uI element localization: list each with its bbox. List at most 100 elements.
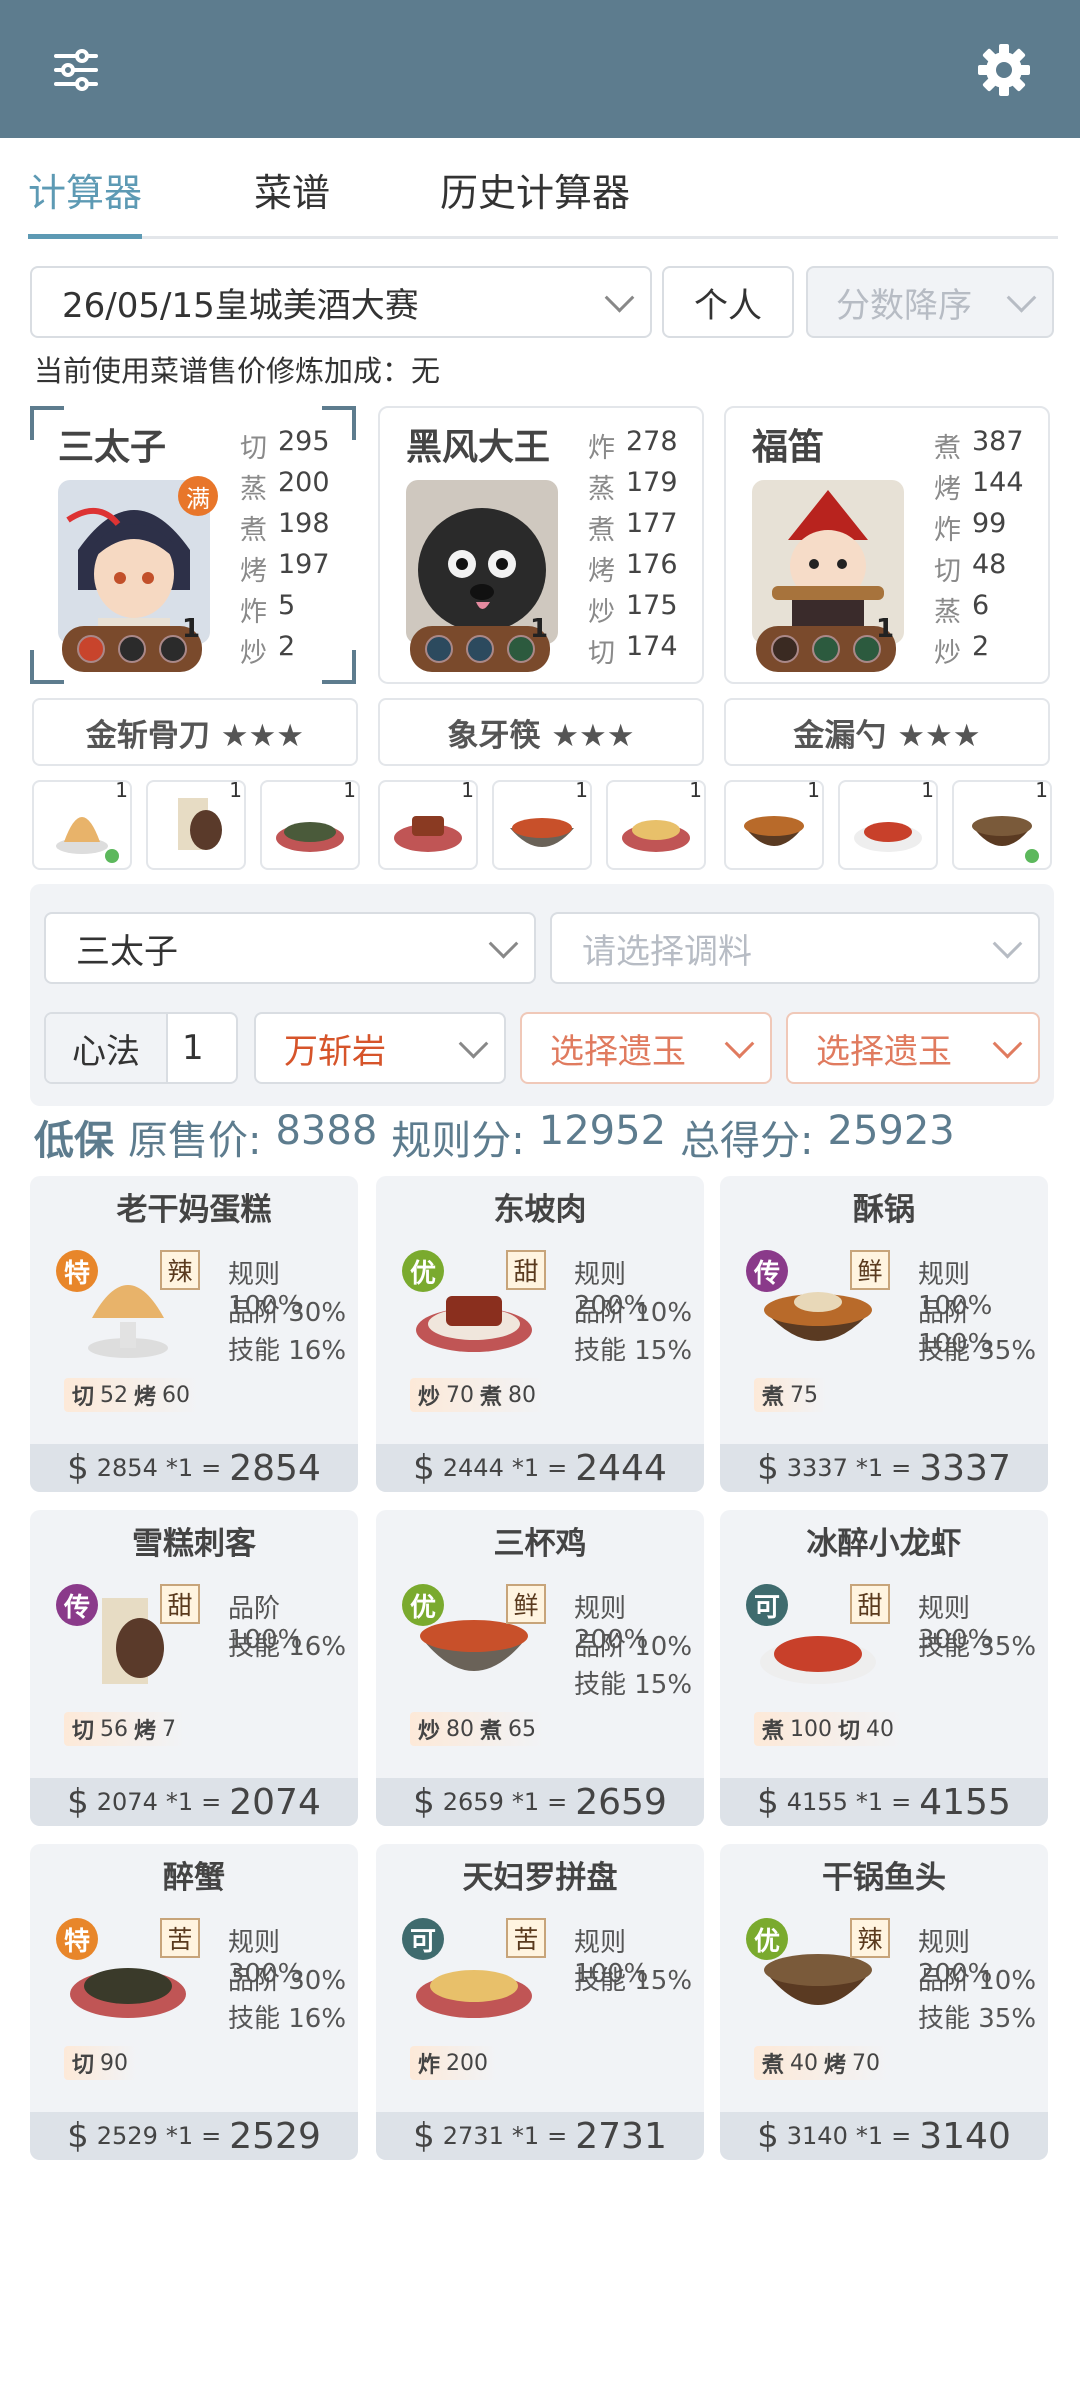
jade-slots — [756, 626, 896, 672]
dollar-icon: $ — [413, 1782, 435, 1822]
recipe-card[interactable]: 冰醉小龙虾可甜规则 300% 技能 35% 煮 100 切 40 $4155 *1 = 4155 — [720, 1510, 1048, 1826]
recipe-name: 冰醉小龙虾 — [806, 1526, 962, 1562]
chef-card[interactable]: 黑风大王 1 炸 278 蒸 179 煮 177 烤 176 炒 175 切 174 — [378, 406, 704, 684]
dish-slot[interactable]: 1 — [606, 778, 706, 870]
chef-level: 1 — [876, 614, 895, 644]
jade-2-placeholder: 选择遗玉 — [816, 1031, 952, 1072]
skill-value: 2 — [972, 631, 990, 662]
gear-icon[interactable] — [966, 32, 1042, 108]
skill-type: 烤 — [588, 556, 615, 587]
taste-badge: 辣 — [850, 1918, 890, 1958]
equipment-button[interactable]: 象牙筷 ★★★ — [378, 698, 704, 766]
equipment-button[interactable]: 金漏勺 ★★★ — [724, 698, 1050, 766]
multiplier: *1 — [855, 1788, 884, 1816]
recipe-card[interactable]: 醉蟹特苦规则 300% 品阶 30% 技能 16% 切 90 $2529 *1 = 2529 — [30, 1844, 358, 2160]
tab-divider — [28, 236, 1058, 239]
dish-slot[interactable]: 1 — [952, 778, 1052, 870]
skill-requirements: 切 56 烤 7 — [64, 1712, 185, 1746]
dish-count: 1 — [229, 778, 242, 802]
taste-badge: 甜 — [850, 1584, 890, 1624]
recipe-card[interactable]: 东坡肉优甜规则 200% 品阶 10% 技能 15% 炒 70 煮 80 $2444 *1 = 24… — [376, 1176, 704, 1492]
dish-slot[interactable]: 1 — [724, 778, 824, 870]
taste-badge: 苦 — [160, 1918, 200, 1958]
recipe-card[interactable]: 雪糕刺客传甜品阶 100% 技能 16% 切 56 烤 7 $2074 *1 = 2074 — [30, 1510, 358, 1826]
skill-row: 炒 175 — [588, 590, 678, 631]
skill-type: 煮 — [240, 515, 267, 546]
skill-type: 炒 — [588, 597, 615, 628]
recipe-card[interactable]: 天妇罗拼盘可苦规则 100% 技能 15% 炸 200 $2731 *1 = 2731 — [376, 1844, 704, 2160]
xinfa-input[interactable]: 心法 1 — [44, 1012, 238, 1084]
skill-value: 197 — [278, 549, 330, 580]
rule-bonus: 规则 200% — [918, 1928, 993, 1989]
jade-main-select[interactable]: 万斩岩 — [254, 1012, 506, 1084]
seasoning-select[interactable]: 请选择调料 — [550, 912, 1040, 984]
recipe-card[interactable]: 三杯鸡优鲜规则 200% 品阶 10% 技能 15% 炒 80 煮 65 $2659 *1 = 26… — [376, 1510, 704, 1826]
dish-slot[interactable]: 1 — [378, 778, 478, 870]
dish-slot[interactable]: 1 — [32, 778, 132, 870]
chef-name: 三太子 — [58, 427, 167, 468]
price-row: $4155 *1 = 4155 — [720, 1778, 1048, 1826]
mode-button[interactable]: 个人 — [662, 266, 794, 338]
skill-value: 6 — [972, 590, 990, 621]
recipe-card[interactable]: 酥锅传鲜规则 100% 品阶 100% 技能 35% 煮 75 $3337 *1 = 3337 — [720, 1176, 1048, 1492]
requirement-value: 7 — [162, 1716, 177, 1742]
recipe-card[interactable]: 老干妈蛋糕特辣规则 100% 品阶 30% 技能 16% 切 52 烤 60 $2854 *1 =… — [30, 1176, 358, 1492]
price-row: $2854 *1 = 2854 — [30, 1444, 358, 1492]
chevron-down-icon — [604, 282, 635, 313]
grade-badge: 特 — [56, 1250, 98, 1292]
requirement-type: 煮 — [480, 1385, 503, 1410]
equipment-button[interactable]: 金斩骨刀 ★★★ — [32, 698, 358, 766]
requirement-type: 切 — [72, 1385, 95, 1410]
rule-bonus: 技能 16% — [228, 1336, 347, 1366]
event-select[interactable]: 26/05/15皇城美酒大赛 — [30, 266, 652, 338]
chef-card[interactable]: 福笛 1 煮 387 烤 144 炸 99 切 48 蒸6 炒2 — [724, 406, 1050, 684]
rule-list: 规则 200% 品阶 10% 技能 35% — [918, 1922, 1048, 2036]
jade-select-1[interactable]: 选择遗玉 — [520, 1012, 772, 1084]
tab-calculator[interactable]: 计算器 — [28, 162, 142, 217]
jade-slot — [465, 635, 494, 663]
recipe-card[interactable]: 干锅鱼头优辣规则 200% 品阶 10% 技能 35% 煮 40 烤 70 $3140 *1 = 3… — [720, 1844, 1048, 2160]
recipe-name: 三杯鸡 — [493, 1526, 587, 1562]
seasoning-placeholder: 请选择调料 — [582, 931, 752, 972]
skill-value: 5 — [278, 590, 296, 621]
multiplier: *1 — [511, 1454, 540, 1482]
multiplier: *1 — [165, 1454, 194, 1482]
jade-select-2[interactable]: 选择遗玉 — [786, 1012, 1040, 1084]
dish-slot[interactable]: 1 — [146, 778, 246, 870]
dollar-icon: $ — [67, 1782, 89, 1822]
recipe-name: 干锅鱼头 — [822, 1860, 946, 1896]
skill-row: 煮 177 — [588, 508, 678, 549]
chevron-down-icon — [1006, 282, 1037, 313]
dish-slot[interactable]: 1 — [260, 778, 360, 870]
sort-select[interactable]: 分数降序 — [806, 266, 1054, 338]
unit-price: 2659 — [442, 1788, 504, 1816]
requirement-value: 80 — [508, 1382, 537, 1408]
dish-slot[interactable]: 1 — [838, 778, 938, 870]
rule-list: 规则 100% 品阶 30% 技能 16% — [228, 1254, 358, 1368]
jade-slot — [76, 635, 105, 663]
skill-value: 175 — [626, 590, 678, 621]
requirement-value: 90 — [100, 2050, 129, 2076]
jade-slot — [811, 635, 840, 663]
skill-type: 蒸 — [934, 597, 961, 628]
dish-count: 1 — [575, 778, 588, 802]
sliders-icon[interactable] — [38, 32, 114, 108]
tab-history[interactable]: 历史计算器 — [440, 162, 630, 217]
tab-recipes[interactable]: 菜谱 — [254, 162, 330, 217]
chef-select[interactable]: 三太子 — [44, 912, 536, 984]
grade-badge: 可 — [746, 1584, 788, 1626]
skill-type: 炒 — [240, 638, 267, 669]
dish-slot[interactable]: 1 — [492, 778, 592, 870]
chef-card[interactable]: 三太子 满 1 切 295 蒸 200 煮 198 烤 197 炸5 炒2 — [30, 406, 356, 684]
price-row: $2529 *1 = 2529 — [30, 2112, 358, 2160]
rule-bonus: 规则 200% — [574, 1594, 649, 1655]
requirement-value: 56 — [100, 1716, 129, 1742]
skill-row: 烤 176 — [588, 549, 678, 590]
chevron-down-icon — [488, 928, 519, 959]
rule-bonus: 规则 100% — [918, 1260, 993, 1321]
dish-count: 1 — [461, 778, 474, 802]
recipe-total: 3140 — [919, 2115, 1011, 2157]
unit-price: 2074 — [96, 1788, 158, 1816]
skill-row: 烤 197 — [240, 549, 330, 590]
dollar-icon: $ — [413, 2116, 435, 2156]
